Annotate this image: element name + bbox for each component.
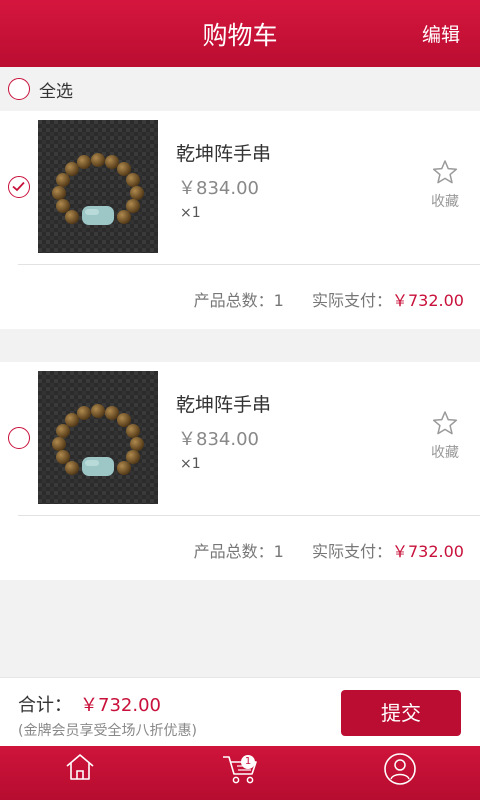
summary-pay-label: 实际支付：: [311, 291, 392, 310]
app-header: 购物车 编辑: [0, 0, 480, 67]
cart-item: 乾坤阵手串 ￥834.00 ×1 收藏 产品总数：1 实际支付：￥732.00: [0, 362, 480, 580]
star-icon: [432, 411, 458, 435]
summary-count: 1: [273, 291, 284, 310]
product-price: ￥834.00: [178, 178, 259, 199]
summary-count-label: 产品总数：: [193, 542, 274, 561]
member-discount-note: (金牌会员享受全场八折优惠): [18, 723, 197, 739]
select-all-bar: 全选: [0, 67, 480, 111]
tab-cart[interactable]: [160, 746, 320, 800]
checkmark-icon: [12, 181, 25, 192]
total-label: 合计：: [18, 695, 72, 716]
total: 合计： ￥732.00: [18, 691, 161, 717]
summary-count: 1: [273, 542, 284, 561]
divider: [18, 264, 480, 265]
summary-pay-amount: ￥732.00: [392, 542, 464, 561]
item-select-radio[interactable]: [8, 427, 30, 449]
item-summary: 产品总数：1 实际支付：￥732.00: [194, 287, 464, 311]
summary-pay-label: 实际支付：: [311, 542, 392, 561]
product-image[interactable]: [38, 371, 158, 504]
home-icon: [66, 754, 94, 780]
edit-button[interactable]: 编辑: [422, 20, 460, 47]
item-summary: 产品总数：1 实际支付：￥732.00: [194, 538, 464, 562]
page-title: 购物车: [202, 21, 278, 50]
product-price: ￥834.00: [178, 429, 259, 450]
divider: [18, 515, 480, 516]
submit-button[interactable]: 提交: [341, 690, 461, 736]
product-name: 乾坤阵手串: [176, 394, 272, 416]
star-icon: [432, 160, 458, 184]
select-all-radio[interactable]: [8, 78, 30, 100]
favorite-label: 收藏: [431, 445, 459, 461]
product-quantity: ×1: [180, 456, 201, 472]
favorite-button[interactable]: 收藏: [425, 410, 465, 462]
summary-pay-amount: ￥732.00: [392, 291, 464, 310]
tab-home[interactable]: [0, 746, 160, 800]
total-amount: ￥732.00: [80, 695, 161, 716]
product-quantity: ×1: [180, 205, 201, 221]
bracelet-image-icon: [38, 120, 158, 253]
bracelet-image-icon: [38, 371, 158, 504]
cart-badge: 1: [241, 755, 255, 769]
user-icon: [384, 753, 416, 785]
tab-profile[interactable]: [320, 746, 480, 800]
summary-count-label: 产品总数：: [193, 291, 274, 310]
checkout-bar: 合计： ￥732.00 (金牌会员享受全场八折优惠) 提交: [0, 677, 480, 746]
product-image[interactable]: [38, 120, 158, 253]
favorite-label: 收藏: [431, 194, 459, 210]
item-select-radio[interactable]: [8, 176, 30, 198]
product-name: 乾坤阵手串: [176, 143, 272, 165]
favorite-button[interactable]: 收藏: [425, 159, 465, 211]
cart-item: 乾坤阵手串 ￥834.00 ×1 收藏 产品总数：1 实际支付：￥732.00: [0, 111, 480, 329]
tab-bar: [0, 746, 480, 800]
select-all-label: 全选: [39, 82, 73, 102]
